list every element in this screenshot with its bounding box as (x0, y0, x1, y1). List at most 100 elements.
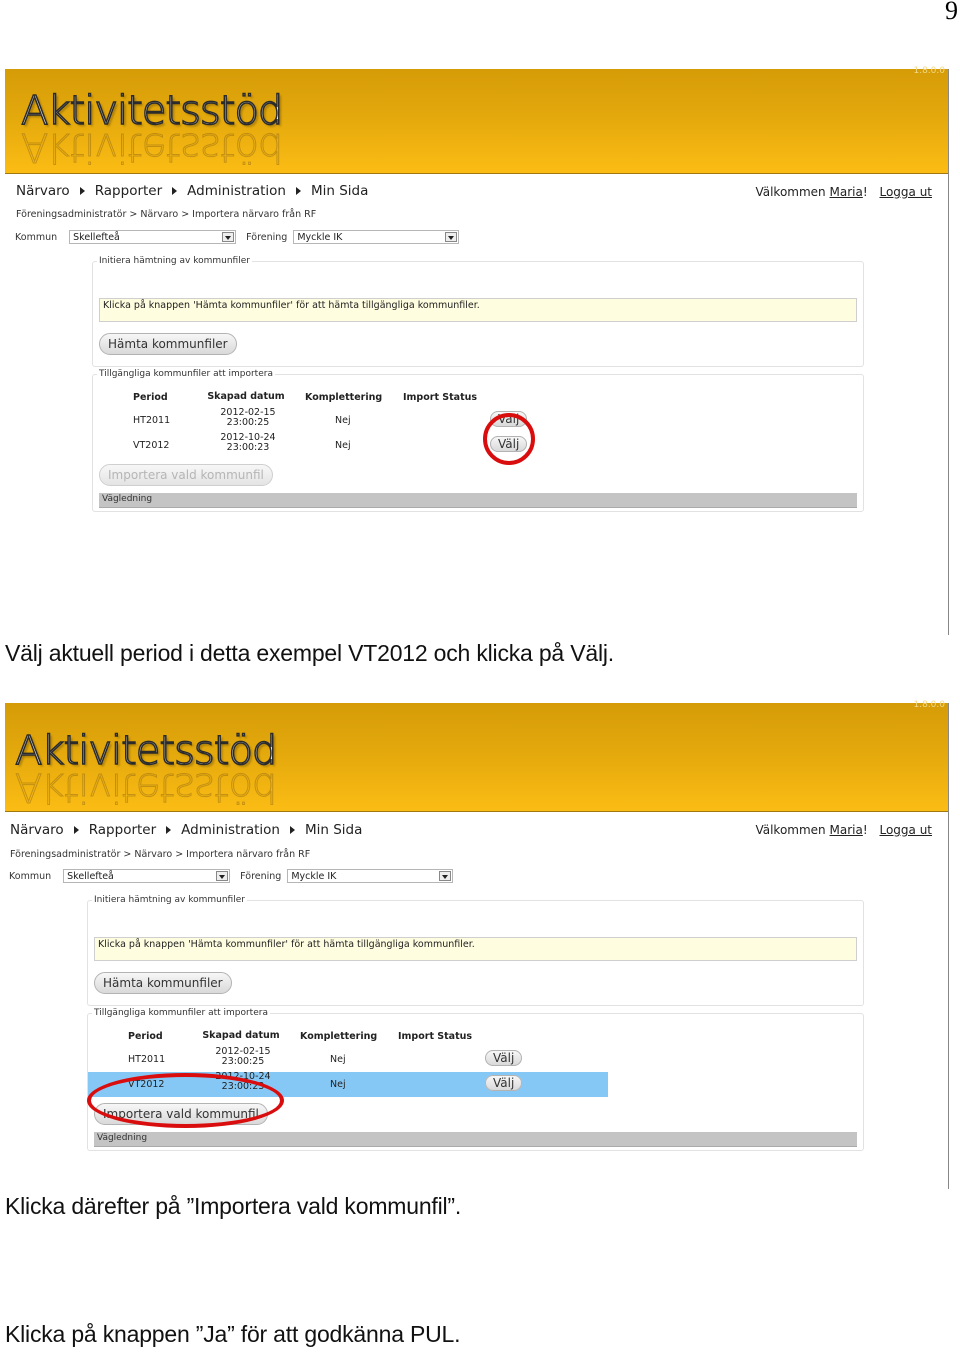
screenshot-step-1: Aktivitetsstöd Aktivitetsstöd 1.8.0.0 Nä… (5, 66, 949, 635)
col-komplettering: Komplettering (305, 392, 383, 403)
submenu-arrow-icon (289, 826, 295, 834)
user-name-link[interactable]: Maria (830, 823, 863, 837)
app-logo: Aktivitetsstöd (14, 728, 278, 774)
panel-legend: Tillgängliga kommunfiler att importera (94, 1008, 268, 1018)
screenshot-step-2: Aktivitetsstöd Aktivitetsstöd 1.8.0.0 Nä… (5, 700, 949, 1189)
dropdown-arrow-icon[interactable] (445, 232, 458, 242)
forening-select[interactable]: Myckle IK (287, 869, 454, 883)
cell-komplettering: Nej (335, 440, 351, 451)
guide-bar[interactable]: Vägledning (99, 493, 857, 508)
dropdown-arrow-icon[interactable] (216, 871, 229, 881)
fetch-files-panel: Initiera hämtning av kommunfiler Klicka … (92, 256, 864, 367)
forening-select[interactable]: Myckle IK (293, 230, 460, 244)
cell-komplettering: Nej (335, 415, 351, 426)
col-period: Period (133, 392, 168, 403)
available-files-panel: Tillgängliga kommunfiler att importera P… (87, 1008, 864, 1151)
col-komplettering: Komplettering (300, 1031, 378, 1042)
user-name-link[interactable]: Maria (830, 185, 863, 199)
app-banner: Aktivitetsstöd Aktivitetsstöd 1.8.0.0 (5, 66, 948, 174)
panel-legend: Initiera hämtning av kommunfiler (99, 256, 250, 266)
dropdown-arrow-icon[interactable] (439, 871, 452, 881)
panel-legend: Tillgängliga kommunfiler att importera (99, 369, 273, 379)
main-nav: Närvaro Rapporter Administration Min Sid… (5, 812, 948, 842)
submenu-arrow-icon (172, 187, 178, 195)
cell-period: HT2011 (133, 415, 171, 426)
table-row[interactable]: VT2012 2012-10-24 23:00:23 Nej Välj (93, 433, 613, 458)
welcome-suffix: ! (862, 185, 868, 199)
nav-label: Min Sida (310, 183, 369, 199)
cell-komplettering: Nej (330, 1079, 346, 1090)
select-button[interactable]: Välj (485, 1075, 523, 1091)
logout-link[interactable]: Logga ut (879, 823, 932, 837)
fetch-files-panel: Initiera hämtning av kommunfiler Klicka … (87, 895, 864, 1006)
nav-label: Administration (187, 183, 286, 199)
cell-period: VT2012 (133, 440, 170, 451)
version-label: 1.8.0.0 (913, 66, 946, 76)
submenu-arrow-icon (73, 826, 79, 834)
nav-item-narvaro[interactable]: Närvaro (10, 822, 79, 838)
nav-item-administration[interactable]: Administration (187, 183, 301, 199)
cell-date: 2012-02-15 23:00:25 (220, 407, 276, 428)
import-selected-button[interactable]: Importera vald kommunfil (94, 1103, 268, 1125)
user-bar: Välkommen Maria! Logga ut (755, 823, 932, 837)
table-row[interactable]: HT2011 2012-02-15 23:00:25 Nej Välj (88, 1047, 608, 1072)
select-button[interactable]: Välj (485, 1050, 523, 1066)
nav-item-min-sida[interactable]: Min Sida (305, 822, 362, 838)
nav-item-administration[interactable]: Administration (181, 822, 295, 838)
select-button[interactable]: Välj (490, 411, 528, 427)
nav-label: Rapporter (94, 183, 163, 199)
col-period: Period (128, 1031, 163, 1042)
kommun-label: Kommun (9, 870, 52, 882)
submenu-arrow-icon (295, 187, 301, 195)
page-number: 9 (945, 0, 958, 25)
app-logo: Aktivitetsstöd (20, 88, 284, 134)
table-row[interactable]: HT2011 2012-02-15 23:00:25 Nej Välj (93, 408, 613, 433)
welcome-suffix: ! (862, 823, 868, 837)
col-date: Skapad datum (207, 391, 285, 402)
filter-bar: Kommun Skellefteå Förening Myckle IK (15, 230, 460, 244)
panel-legend: Initiera hämtning av kommunfiler (94, 895, 245, 905)
kommun-label: Kommun (15, 231, 58, 243)
cell-period: HT2011 (128, 1054, 166, 1065)
dropdown-arrow-icon[interactable] (222, 232, 235, 242)
table-row-selected[interactable]: VT2012 2012-10-24 23:00:23 Nej Välj (88, 1072, 608, 1097)
nav-label: Min Sida (304, 822, 363, 838)
welcome-text: Välkommen (755, 185, 826, 199)
nav-item-rapporter[interactable]: Rapporter (94, 183, 178, 199)
guide-bar[interactable]: Vägledning (94, 1132, 857, 1147)
nav-item-rapporter[interactable]: Rapporter (89, 822, 172, 838)
forening-value: Myckle IK (291, 871, 337, 882)
app-banner: Aktivitetsstöd Aktivitetsstöd 1.8.0.0 (5, 700, 948, 812)
info-message: Klicka på knappen 'Hämta kommunfiler' fö… (99, 298, 857, 322)
cell-date: 2012-10-24 23:00:23 (220, 432, 276, 453)
forening-label: Förening (240, 870, 282, 882)
fetch-files-button[interactable]: Hämta kommunfiler (99, 333, 237, 355)
import-selected-button[interactable]: Importera vald kommunfil (99, 464, 273, 486)
filter-bar: Kommun Skellefteå Förening Myckle IK (9, 869, 454, 883)
submenu-arrow-icon (166, 826, 172, 834)
kommun-select[interactable]: Skellefteå (63, 869, 231, 883)
user-bar: Välkommen Maria! Logga ut (755, 185, 932, 199)
nav-label: Närvaro (16, 183, 70, 199)
select-button[interactable]: Välj (490, 436, 528, 452)
cell-komplettering: Nej (330, 1054, 346, 1065)
caption-step-2: Klicka därefter på ”Importera vald kommu… (5, 1193, 462, 1219)
info-message: Klicka på knappen 'Hämta kommunfiler' fö… (94, 937, 857, 961)
forening-label: Förening (246, 231, 288, 243)
logout-link[interactable]: Logga ut (879, 185, 932, 199)
forening-value: Myckle IK (297, 232, 343, 243)
nav-item-narvaro[interactable]: Närvaro (16, 183, 85, 199)
kommun-value: Skellefteå (73, 232, 120, 243)
fetch-files-button[interactable]: Hämta kommunfiler (94, 972, 232, 994)
cell-period: VT2012 (128, 1079, 165, 1090)
caption-step-3: Klicka på knappen ”Ja” för att godkänna … (5, 1321, 461, 1347)
kommun-select[interactable]: Skellefteå (69, 230, 237, 244)
nav-item-min-sida[interactable]: Min Sida (311, 183, 368, 199)
col-date: Skapad datum (202, 1030, 280, 1041)
col-import-status: Import Status (403, 392, 478, 403)
welcome-text: Välkommen (755, 823, 826, 837)
submenu-arrow-icon (79, 187, 85, 195)
col-import-status: Import Status (398, 1031, 473, 1042)
caption-step-1: Välj aktuell period i detta exempel VT20… (5, 640, 614, 666)
breadcrumb: Föreningsadministratör > Närvaro > Impor… (16, 209, 317, 220)
